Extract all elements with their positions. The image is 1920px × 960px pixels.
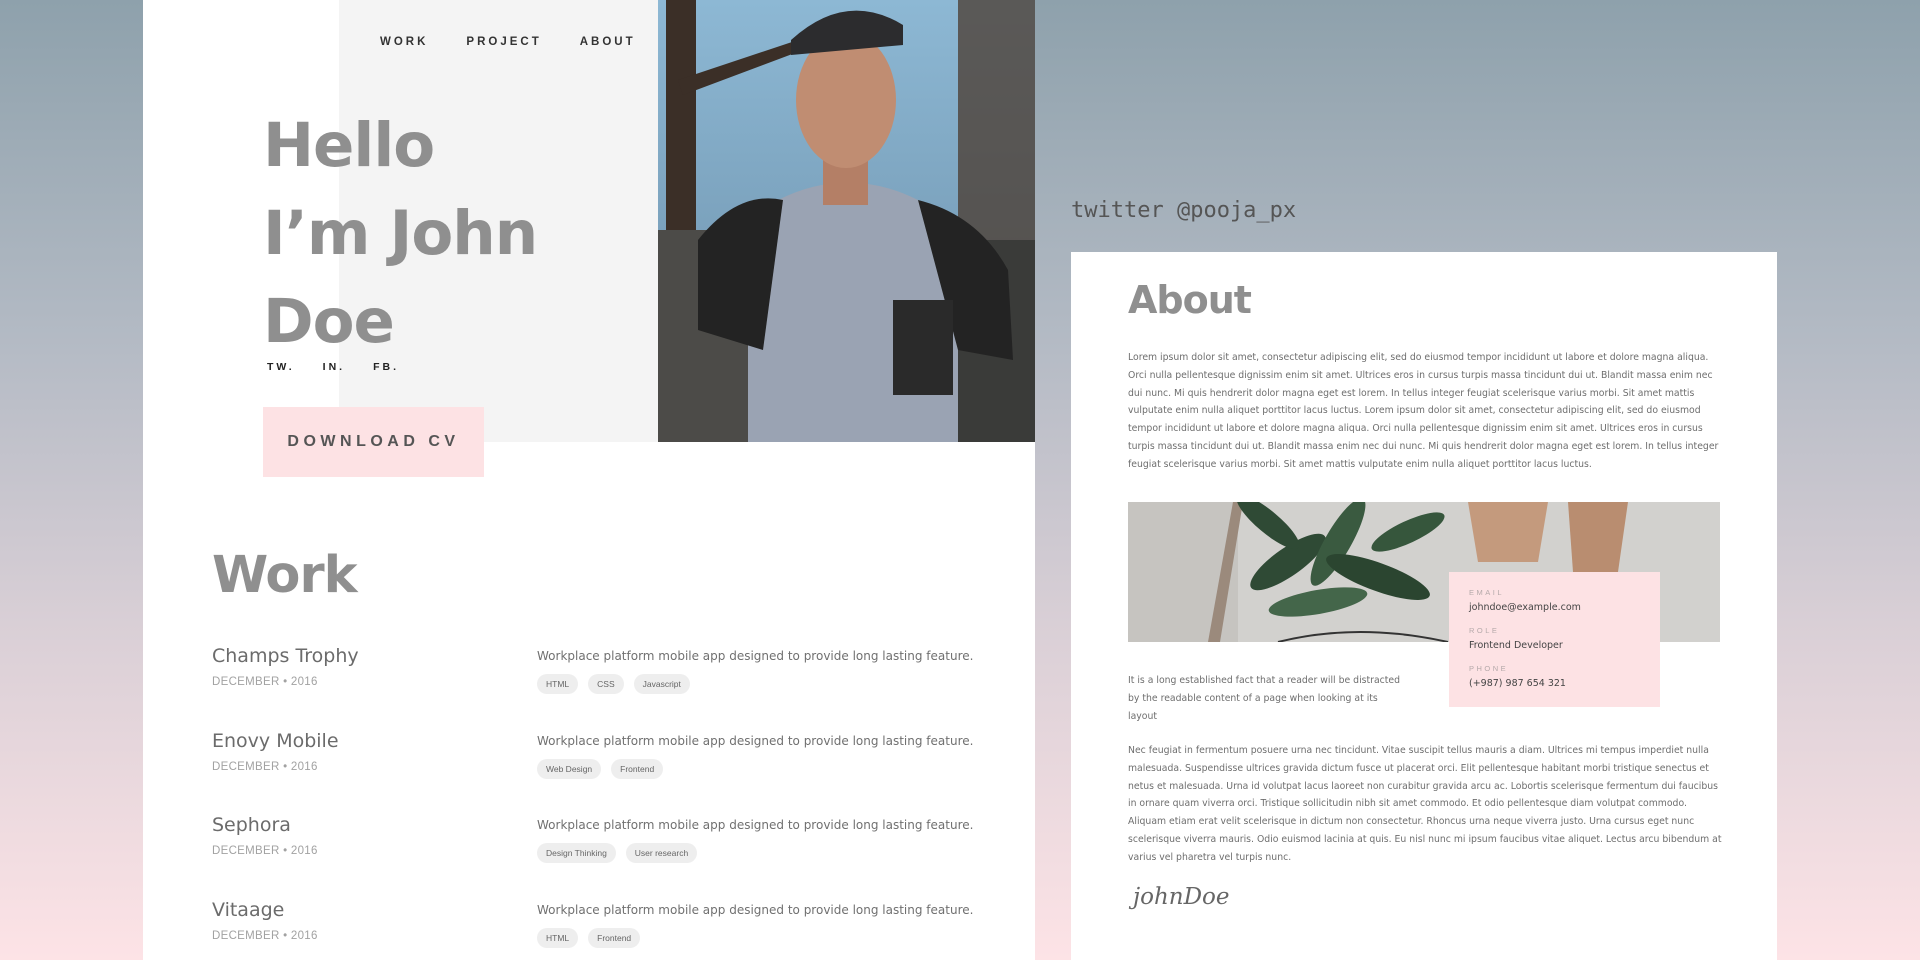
work-section-title: Work [212, 546, 358, 605]
tag-chip[interactable]: Frontend [588, 927, 641, 948]
tag-chip[interactable]: Web Design [537, 758, 602, 779]
tag-chip[interactable]: HTML [537, 927, 579, 948]
nav-link-project[interactable]: PROJECT [466, 36, 541, 48]
social-link-facebook[interactable]: FB. [373, 361, 399, 373]
work-item-tags: HTML Frontend [537, 927, 641, 948]
hero-title-line: I’m John [263, 198, 538, 269]
social-link-twitter[interactable]: TW. [267, 361, 295, 373]
work-item-name: Vitaage [212, 898, 285, 921]
about-long-text: Nec feugiat in fermentum posuere urna ne… [1128, 745, 1722, 863]
work-list: Champs Trophy DECEMBER • 2016 Workplace … [212, 645, 992, 960]
tag-chip[interactable]: Frontend [611, 758, 664, 779]
about-intro-paragraph: Lorem ipsum dolor sit amet, consectetur … [1128, 352, 1719, 470]
download-cv-button[interactable]: DOWNLOAD CV [263, 407, 484, 477]
hero-greeting: Hello I’m John Doe [263, 102, 538, 366]
hero-title-line: Hello [263, 110, 435, 181]
role-label: ROLE [1469, 626, 1500, 635]
work-item-name: Sephora [212, 814, 291, 836]
email-label: EMAIL [1469, 588, 1505, 597]
work-item-description: Workplace platform mobile app designed t… [537, 818, 974, 832]
work-item[interactable]: Enovy Mobile DECEMBER • 2016 Workplace p… [212, 730, 992, 815]
work-item-name: Enovy Mobile [212, 729, 339, 752]
tag-chip[interactable]: User research [625, 843, 698, 863]
tag-chip[interactable]: HTML [537, 674, 579, 694]
work-item[interactable]: Sephora DECEMBER • 2016 Workplace platfo… [212, 814, 992, 899]
about-short-text: It is a long established fact that a rea… [1128, 675, 1401, 722]
work-item-name: Champs Trophy [212, 645, 359, 667]
portfolio-home-page: WORK PROJECT ABOUT Hello I’m John Doe TW… [143, 0, 1035, 960]
tag-chip[interactable]: Javascript [633, 674, 690, 694]
nav-link-work[interactable]: WORK [380, 36, 428, 48]
social-links: TW. IN. FB. [267, 361, 399, 373]
contact-card: EMAIL johndoe@example.com ROLE Frontend … [1449, 572, 1660, 707]
signature: johnDoe [1133, 884, 1230, 910]
about-section-title: About [1128, 278, 1252, 322]
work-item-date: DECEMBER • 2016 [212, 929, 318, 942]
about-page: About Lorem ipsum dolor sit amet, consec… [1071, 252, 1777, 960]
work-item[interactable]: Champs Trophy DECEMBER • 2016 Workplace … [212, 645, 992, 730]
work-item-date: DECEMBER • 2016 [212, 676, 318, 688]
tag-chip[interactable]: CSS [588, 674, 624, 694]
email-value[interactable]: johndoe@example.com [1469, 602, 1660, 613]
hero-portrait-photo [658, 0, 1035, 442]
work-item-description: Workplace platform mobile app designed t… [537, 733, 974, 748]
work-item-date: DECEMBER • 2016 [212, 760, 318, 773]
work-item-tags: Design Thinking User research [537, 843, 698, 863]
phone-label: PHONE [1469, 664, 1509, 673]
work-item-date: DECEMBER • 2016 [212, 845, 318, 857]
hero-title-line: Doe [263, 286, 395, 357]
work-item-description: Workplace platform mobile app designed t… [537, 902, 974, 917]
work-item-description: Workplace platform mobile app designed t… [537, 649, 974, 663]
twitter-handle: twitter @pooja_px [1071, 198, 1297, 223]
main-navigation: WORK PROJECT ABOUT [380, 36, 636, 48]
social-link-instagram[interactable]: IN. [323, 361, 345, 373]
phone-value[interactable]: (+987) 987 654 321 [1469, 678, 1660, 689]
work-item-tags: HTML CSS Javascript [537, 674, 690, 694]
tag-chip[interactable]: Design Thinking [537, 843, 616, 863]
work-item[interactable]: Vitaage DECEMBER • 2016 Workplace platfo… [212, 899, 992, 960]
nav-link-about[interactable]: ABOUT [580, 36, 636, 48]
role-value: Frontend Developer [1469, 640, 1563, 651]
work-item-tags: Web Design Frontend [537, 758, 664, 779]
